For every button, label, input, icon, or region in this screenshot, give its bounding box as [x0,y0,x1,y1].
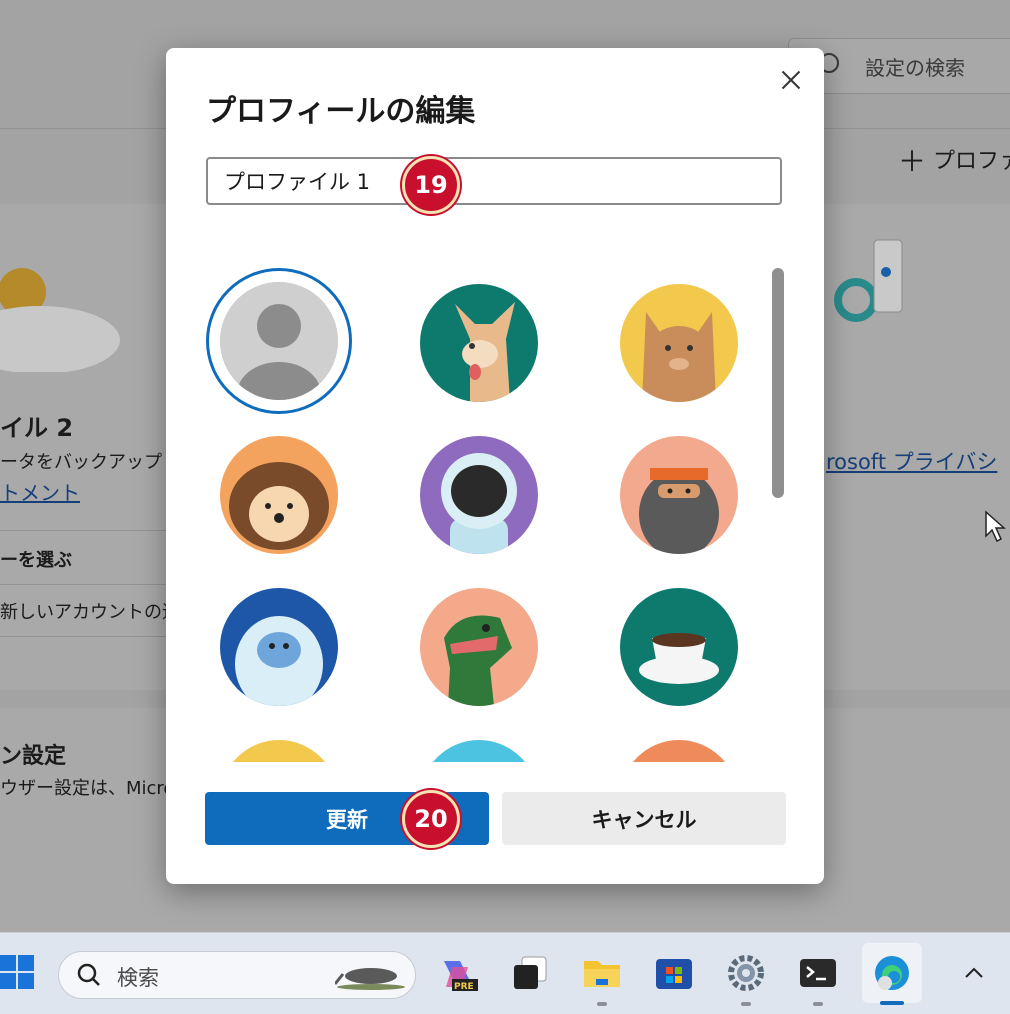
avatar-cat[interactable] [620,284,738,402]
chevron-up-icon[interactable] [962,961,986,985]
avatar-hedgehog[interactable] [220,436,338,554]
mouse-cursor-icon [985,510,1006,543]
store-icon[interactable] [654,953,694,993]
choose-text: ーを選ぶ [0,550,72,571]
copilot-icon[interactable]: PRE [438,953,478,993]
step-badge-19: 19 [402,156,460,214]
start-icon[interactable] [0,955,40,995]
profile-name-input[interactable] [206,157,782,205]
profile-name: イル 2 [0,414,74,442]
sun-cloud-illustration [0,268,120,372]
running-indicator [813,1002,823,1006]
edge-taskbar-button[interactable] [862,943,922,1005]
task-view-icon[interactable] [510,953,550,993]
edge-icon [875,956,909,990]
privacy-link[interactable]: rosoft プライバシ [826,446,997,476]
devices-illustration [834,239,903,322]
taskbar-search-text: 検索 [117,966,159,990]
step-badge-20: 20 [402,790,460,848]
svg-text:PRE: PRE [454,982,474,992]
active-indicator [880,1001,904,1005]
avatar-default-person[interactable] [220,282,338,400]
avatar-yeti[interactable] [220,588,338,706]
settings-heading: ン設定 [0,744,67,769]
avatar-grid [206,262,766,762]
file-explorer-icon[interactable] [582,953,622,993]
terminal-icon[interactable] [798,953,838,993]
close-icon[interactable] [772,62,808,98]
taskbar: 検索 PRE [0,932,1010,1014]
avatar-coffee[interactable] [620,588,738,706]
search-icon [77,963,100,986]
browser-settings-text: ウザー設定は、Micros [0,778,184,799]
statement-link[interactable]: トメント [0,477,80,506]
avatar-astronaut[interactable] [420,436,538,554]
edit-profile-dialog: プロフィールの編集 19 [166,48,824,884]
avatar-partial-1[interactable] [220,740,338,762]
settings-gear-icon[interactable] [726,953,766,993]
avatar-dog[interactable] [420,284,538,402]
running-indicator [597,1002,607,1006]
anteater-illustration-icon [335,968,405,990]
avatar-ninja[interactable] [620,436,738,554]
avatar-partial-2[interactable] [420,740,538,762]
avatar-dinosaur[interactable] [420,588,538,706]
running-indicator [741,1002,751,1006]
add-profile-button[interactable]: ＋ プロファイ [898,140,1010,180]
dialog-title: プロフィールの編集 [206,94,476,129]
settings-search-placeholder: 設定の検索 [865,56,965,80]
cancel-button[interactable]: キャンセル [502,792,786,845]
taskbar-search-box[interactable]: 検索 [58,951,416,999]
avatar-scrollbar[interactable] [772,268,784,498]
avatar-partial-3[interactable] [620,740,738,762]
